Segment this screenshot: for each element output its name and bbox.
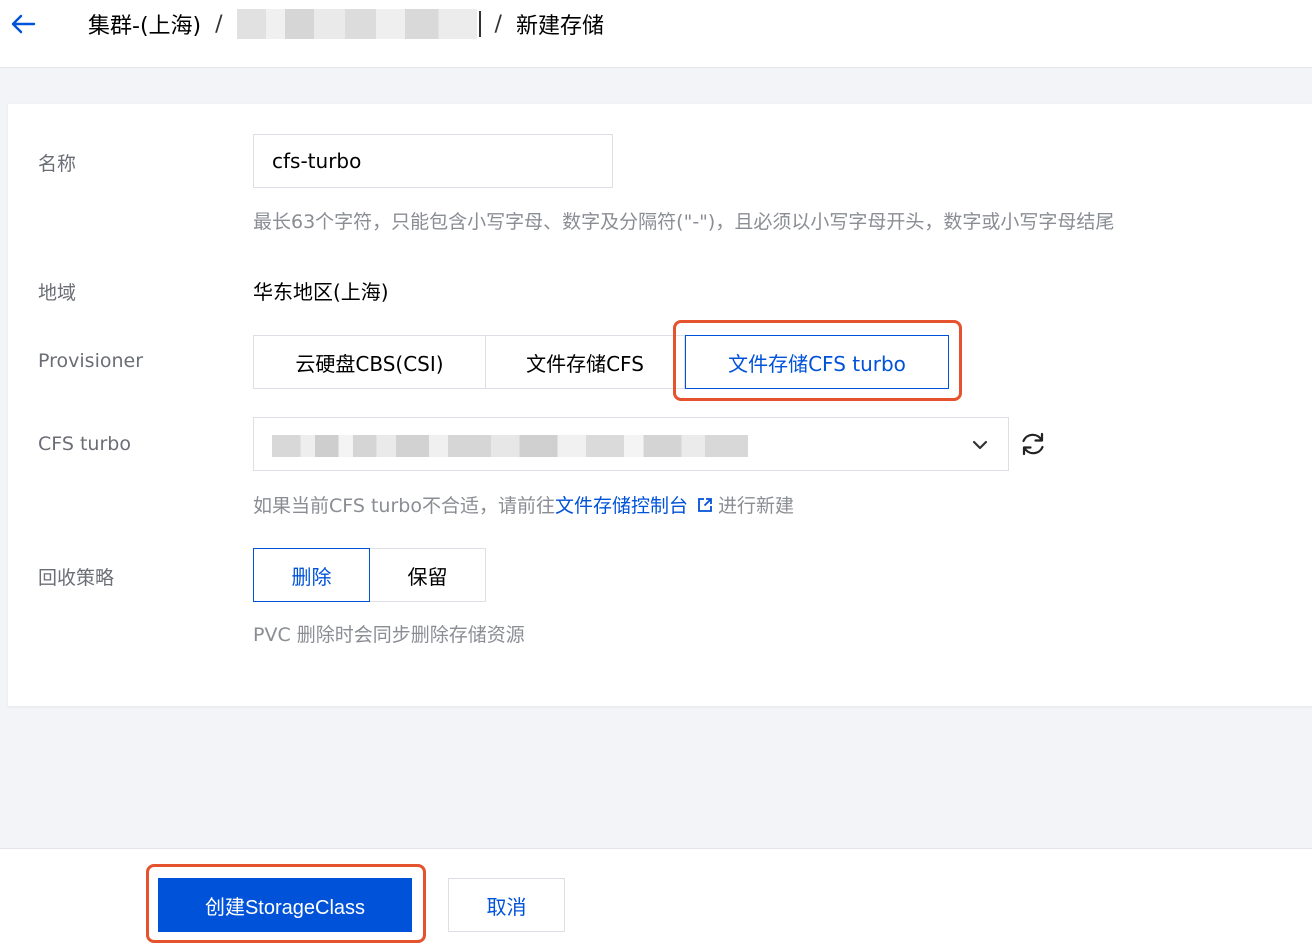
- reclaim-policy-label: 回收策略: [38, 567, 115, 589]
- breadcrumb: 集群-(上海) / / 新建存储: [88, 7, 604, 41]
- cancel-button[interactable]: 取消: [448, 878, 565, 932]
- cfs-turbo-label: CFS turbo: [38, 433, 131, 455]
- create-storageclass-button[interactable]: 创建StorageClass: [158, 878, 412, 932]
- page-header: 集群-(上海) / / 新建存储: [0, 0, 1312, 68]
- reclaim-option-delete[interactable]: 删除: [253, 548, 370, 602]
- footer-bar: 创建StorageClass 取消: [0, 848, 1312, 952]
- page-title: 新建存储: [515, 14, 604, 39]
- name-hint: 最长63个字符，只能包含小写字母、数字及分隔符("-")，且必须以小写字母开头，…: [253, 211, 1115, 233]
- breadcrumb-cluster-id-redacted[interactable]: [236, 9, 477, 39]
- form-card: 名称 cfs-turbo 最长63个字符，只能包含小写字母、数字及分隔符("-"…: [8, 104, 1312, 706]
- refresh-icon[interactable]: [1018, 429, 1048, 459]
- back-arrow-icon[interactable]: [8, 12, 38, 36]
- provisioner-label: Provisioner: [38, 350, 144, 372]
- provisioner-option-cbs[interactable]: 云硬盘CBS(CSI): [253, 335, 486, 389]
- breadcrumb-separator: /: [494, 11, 502, 37]
- reclaim-policy-hint: PVC 删除时会同步删除存储资源: [253, 624, 525, 646]
- cfs-turbo-hint-suffix: 进行新建: [717, 495, 794, 517]
- reclaim-policy-segmented-control: 删除 保留: [253, 548, 486, 602]
- reclaim-option-retain[interactable]: 保留: [369, 548, 486, 602]
- name-input[interactable]: cfs-turbo: [253, 134, 613, 188]
- cfs-turbo-select[interactable]: [253, 417, 1009, 471]
- external-link-icon[interactable]: [696, 496, 714, 514]
- provisioner-option-cfs[interactable]: 文件存储CFS: [485, 335, 685, 389]
- redaction-edge: [478, 11, 481, 37]
- region-label: 地域: [38, 282, 77, 304]
- breadcrumb-separator: /: [215, 11, 223, 37]
- chevron-down-icon: [972, 440, 988, 450]
- cfs-turbo-selected-value-redacted: [272, 435, 748, 457]
- cfs-turbo-hint-prefix: 如果当前CFS turbo不合适，请前往: [253, 495, 555, 517]
- cfs-turbo-hint: 如果当前CFS turbo不合适，请前往文件存储控制台 进行新建: [253, 491, 794, 518]
- name-label: 名称: [38, 153, 77, 175]
- region-value: 华东地区(上海): [253, 280, 389, 304]
- provisioner-segmented-control: 云硬盘CBS(CSI) 文件存储CFS 文件存储CFS turbo: [253, 335, 949, 389]
- cfs-console-link[interactable]: 文件存储控制台: [555, 495, 688, 517]
- breadcrumb-cluster[interactable]: 集群-(上海): [88, 8, 201, 40]
- provisioner-option-cfs-turbo[interactable]: 文件存储CFS turbo: [685, 335, 949, 389]
